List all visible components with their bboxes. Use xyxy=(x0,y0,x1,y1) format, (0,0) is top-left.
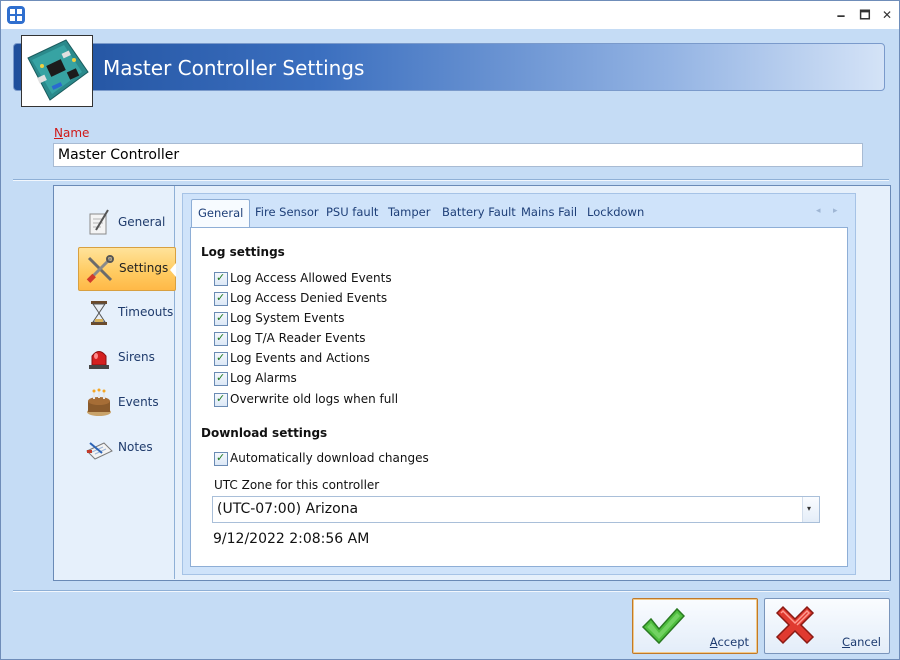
cancel-text: ancel xyxy=(850,635,881,649)
checkbox-label: Log Access Allowed Events xyxy=(230,271,392,285)
utc-zone-label: UTC Zone for this controller xyxy=(214,478,380,492)
checkbox-box[interactable]: ✓ xyxy=(214,331,228,346)
check-icon: ✓ xyxy=(216,311,226,324)
divider-top xyxy=(13,179,889,181)
check-icon: ✓ xyxy=(216,371,226,384)
utc-zone-select[interactable]: (UTC-07:00) Arizona ▾ xyxy=(212,496,820,523)
check-icon: ✓ xyxy=(216,291,226,304)
checkbox-box[interactable]: ✓ xyxy=(214,291,228,306)
notepad-pen-icon xyxy=(89,209,109,235)
nav-label-notes: Notes xyxy=(118,440,153,454)
checkbox-box[interactable]: ✓ xyxy=(214,451,228,466)
tools-icon xyxy=(86,255,114,283)
nav-label-events: Events xyxy=(118,395,159,409)
selected-indicator xyxy=(170,263,176,277)
checkbox-box[interactable]: ✓ xyxy=(214,351,228,366)
nav-item-settings[interactable]: Settings xyxy=(78,247,176,291)
check-icon: ✓ xyxy=(216,331,226,344)
tab-battery-fault[interactable]: Battery Fault xyxy=(436,199,522,225)
checkbox-box[interactable]: ✓ xyxy=(214,392,228,407)
check-icon: ✓ xyxy=(216,271,226,284)
checkbox-box[interactable]: ✓ xyxy=(214,271,228,286)
nav-item-events[interactable]: Events xyxy=(78,382,174,424)
cancel-accel: C xyxy=(842,635,851,649)
cancel-button[interactable]: Cancel xyxy=(764,598,890,654)
tab-general[interactable]: General xyxy=(191,199,251,228)
controller-board-icon xyxy=(21,35,93,107)
checkbox-box[interactable]: ✓ xyxy=(214,311,228,326)
nav-label-sirens: Sirens xyxy=(118,350,155,364)
tab-lockdown[interactable]: Lockdown xyxy=(581,199,650,225)
check-icon: ✓ xyxy=(216,451,226,464)
utc-zone-value: (UTC-07:00) Arizona xyxy=(217,501,359,517)
nav-label-timeouts: Timeouts xyxy=(118,305,174,319)
title-bar[interactable]: 🗕 🗖 ✕ xyxy=(1,1,899,29)
check-icon: ✓ xyxy=(216,351,226,364)
hourglass-icon xyxy=(91,301,107,325)
checkbox-label: Log System Events xyxy=(230,311,345,325)
tab-psu-fault[interactable]: PSU fault xyxy=(320,199,384,225)
nav-label-general: General xyxy=(118,215,166,229)
check-icon: ✓ xyxy=(216,392,226,405)
tab-fire-sensor[interactable]: Fire Sensor xyxy=(249,199,325,225)
name-label-text: ame xyxy=(62,126,90,140)
accept-label: Accept xyxy=(710,635,749,649)
page-title: Master Controller Settings xyxy=(103,56,365,80)
nav-item-notes[interactable]: Notes xyxy=(78,427,174,469)
accept-button[interactable]: Accept xyxy=(632,598,758,654)
settings-window: 🗕 🗖 ✕ Master Controller Settings Name Ma… xyxy=(0,0,900,660)
app-icon xyxy=(7,6,25,24)
siren-icon xyxy=(89,351,109,369)
nav-item-sirens[interactable]: Sirens xyxy=(78,337,174,379)
nav-item-general[interactable]: General xyxy=(78,202,174,244)
checkbox-label: Overwrite old logs when full xyxy=(230,392,399,406)
name-label-accel: N xyxy=(54,126,63,140)
minimize-button[interactable]: 🗕 xyxy=(831,5,851,25)
close-button[interactable]: ✕ xyxy=(877,5,897,25)
green-check-icon xyxy=(641,607,685,645)
tab-scroll-right-button[interactable]: ▸ xyxy=(833,206,838,216)
checkbox-box[interactable]: ✓ xyxy=(214,371,228,386)
tab-tamper[interactable]: Tamper xyxy=(382,199,436,225)
tab-scroll-left-button[interactable]: ◂ xyxy=(816,206,821,216)
divider-bottom xyxy=(13,590,889,592)
log-settings-title: Log settings xyxy=(201,245,285,259)
maximize-button[interactable]: 🗖 xyxy=(855,5,875,25)
nav-item-timeouts[interactable]: Timeouts xyxy=(78,292,174,334)
cancel-label: Cancel xyxy=(842,635,881,649)
dropdown-button[interactable]: ▾ xyxy=(802,497,819,522)
name-label: Name xyxy=(54,126,89,140)
red-x-icon xyxy=(775,605,815,645)
chevron-down-icon: ▾ xyxy=(807,504,812,513)
checkbox-label: Log Access Denied Events xyxy=(230,291,388,305)
name-input[interactable]: Master Controller xyxy=(53,143,863,167)
checkbox-label: Automatically download changes xyxy=(230,451,429,465)
checkbox-label: Log Events and Actions xyxy=(230,351,370,365)
tab-mains-fail[interactable]: Mains Fail xyxy=(515,199,583,225)
checkbox-label: Log Alarms xyxy=(230,371,297,385)
accept-text: ccept xyxy=(717,635,749,649)
side-nav: General Settings Timeouts Sirens Events … xyxy=(54,186,176,579)
cake-icon xyxy=(87,388,111,416)
notes-icon xyxy=(86,442,113,460)
controller-datetime: 9/12/2022 2:08:56 AM xyxy=(213,531,370,547)
checkbox-label: Log T/A Reader Events xyxy=(230,331,366,345)
nav-label-settings: Settings xyxy=(119,261,169,275)
download-settings-title: Download settings xyxy=(201,426,328,440)
